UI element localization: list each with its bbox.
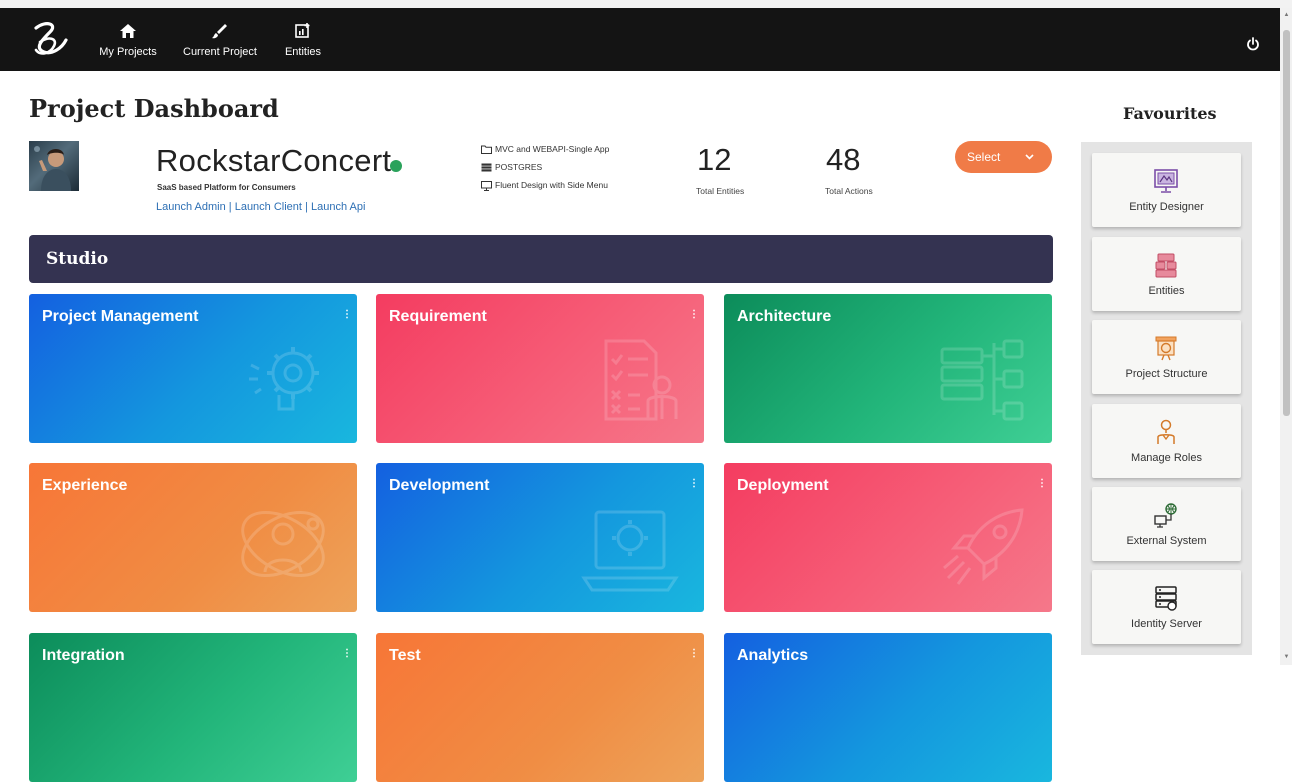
fav-entities[interactable]: Entities (1092, 237, 1241, 311)
total-actions-label: Total Actions (825, 186, 873, 196)
card-requirement[interactable]: Requirement ⋮ (376, 294, 704, 443)
kebab-menu-icon[interactable]: ⋮ (1037, 478, 1047, 489)
link-separator: | (305, 201, 308, 213)
kebab-menu-icon[interactable]: ⋮ (342, 309, 352, 320)
card-title: Architecture (737, 308, 832, 325)
select-dropdown[interactable]: Select (955, 141, 1052, 173)
studio-title: Studio (46, 249, 109, 269)
identity-server-icon (1155, 586, 1177, 611)
project-name: RockstarConcert (156, 143, 392, 178)
fav-label: Entity Designer (1129, 201, 1204, 213)
launch-api-link[interactable]: Launch Api (311, 201, 365, 213)
card-title: Test (389, 647, 421, 664)
nav-current-project[interactable]: Current Project (181, 20, 259, 64)
card-test[interactable]: Test ⋮ (376, 633, 704, 782)
power-icon[interactable] (1245, 36, 1261, 52)
laptop-gear-icon (581, 510, 679, 592)
fav-external-system[interactable]: External System (1092, 487, 1241, 561)
brush-icon (212, 24, 227, 39)
card-experience[interactable]: Experience (29, 463, 357, 612)
entities-icon (295, 23, 310, 38)
total-actions-value: 48 (826, 142, 861, 177)
card-title: Experience (42, 477, 128, 494)
fav-entity-designer[interactable]: Entity Designer (1092, 153, 1241, 227)
launch-client-link[interactable]: Launch Client (235, 201, 302, 213)
card-analytics[interactable]: Analytics (724, 633, 1052, 782)
card-title: Analytics (737, 647, 809, 664)
project-structure-icon (1155, 336, 1177, 361)
kebab-menu-icon[interactable]: ⋮ (689, 648, 699, 659)
fav-label: Project Structure (1125, 368, 1208, 380)
meta-architecture-text: MVC and WEBAPI-Single App (495, 144, 610, 154)
page-title: Project Dashboard (29, 94, 279, 123)
total-entities-value: 12 (697, 142, 732, 177)
fav-label: External System (1126, 535, 1207, 547)
kebab-menu-icon[interactable]: ⋮ (689, 478, 699, 489)
rocket-icon (943, 508, 1024, 585)
kebab-menu-icon[interactable]: ⋮ (689, 309, 699, 320)
meta-database: POSTGRES (481, 162, 542, 172)
gear-bulb-icon (249, 347, 319, 411)
card-title: Integration (42, 647, 125, 664)
fav-identity-server[interactable]: Identity Server (1092, 570, 1241, 644)
nav-entities[interactable]: Entities (279, 20, 327, 64)
server-tree-icon (940, 339, 1024, 421)
card-integration[interactable]: Integration ⋮ (29, 633, 357, 782)
project-avatar (29, 141, 79, 191)
home-icon (120, 24, 136, 38)
monitor-icon (481, 180, 492, 191)
favourites-panel: Entity Designer Entities Project Structu… (1081, 142, 1252, 655)
window-top-strip (0, 0, 1292, 8)
total-entities-label: Total Entities (696, 186, 745, 196)
card-title: Deployment (737, 477, 829, 494)
app-logo-icon[interactable] (28, 18, 72, 62)
meta-database-text: POSTGRES (495, 162, 543, 172)
fav-label: Identity Server (1131, 618, 1202, 630)
manage-roles-icon (1157, 419, 1175, 444)
link-separator: | (228, 201, 232, 213)
checklist-icon (604, 339, 678, 421)
scroll-up-arrow[interactable]: ▲ (1283, 12, 1290, 18)
card-project-management[interactable]: Project Management ⋮ (29, 294, 357, 443)
nav-current-project-label: Current Project (183, 46, 257, 58)
project-status-dot (390, 160, 402, 172)
kebab-menu-icon[interactable]: ⋮ (342, 648, 352, 659)
launch-admin-link[interactable]: Launch Admin (156, 201, 226, 213)
meta-architecture: MVC and WEBAPI-Single App (481, 144, 610, 155)
top-navbar: My Projects Current Project Entities (0, 8, 1280, 71)
project-subtitle: SaaS based Platform for Consumers (157, 183, 296, 192)
fav-project-structure[interactable]: Project Structure (1092, 320, 1241, 394)
nav-my-projects-label: My Projects (99, 46, 157, 58)
launch-links: Launch Admin | Launch Client | Launch Ap… (156, 201, 365, 213)
page-scrollbar[interactable]: ▲ ▼ (1280, 8, 1292, 665)
chevron-down-icon (1025, 141, 1034, 187)
entity-designer-icon (1154, 169, 1178, 193)
card-title: Development (389, 477, 490, 494)
select-dropdown-label: Select (967, 150, 1001, 164)
card-development[interactable]: Development ⋮ (376, 463, 704, 612)
entities-grid-icon (1155, 253, 1177, 278)
folder-icon (481, 145, 492, 155)
scroll-down-arrow[interactable]: ▼ (1283, 654, 1290, 660)
meta-design: Fluent Design with Side Menu (481, 180, 608, 191)
card-title: Project Management (42, 308, 199, 325)
user-orbit-icon (241, 511, 325, 577)
fav-label: Manage Roles (1131, 452, 1202, 464)
external-system-icon (1154, 503, 1177, 528)
nav-my-projects[interactable]: My Projects (98, 20, 158, 64)
scrollbar-thumb[interactable] (1283, 30, 1290, 416)
card-deployment[interactable]: Deployment ⋮ (724, 463, 1052, 612)
meta-design-text: Fluent Design with Side Menu (495, 180, 608, 190)
database-icon (481, 163, 492, 172)
fav-label: Entities (1148, 285, 1185, 297)
card-title: Requirement (389, 308, 487, 325)
nav-entities-label: Entities (284, 46, 322, 58)
fav-manage-roles[interactable]: Manage Roles (1092, 404, 1241, 478)
studio-header: Studio (29, 235, 1053, 283)
card-architecture[interactable]: Architecture (724, 294, 1052, 443)
favourites-title: Favourites (1123, 104, 1217, 123)
